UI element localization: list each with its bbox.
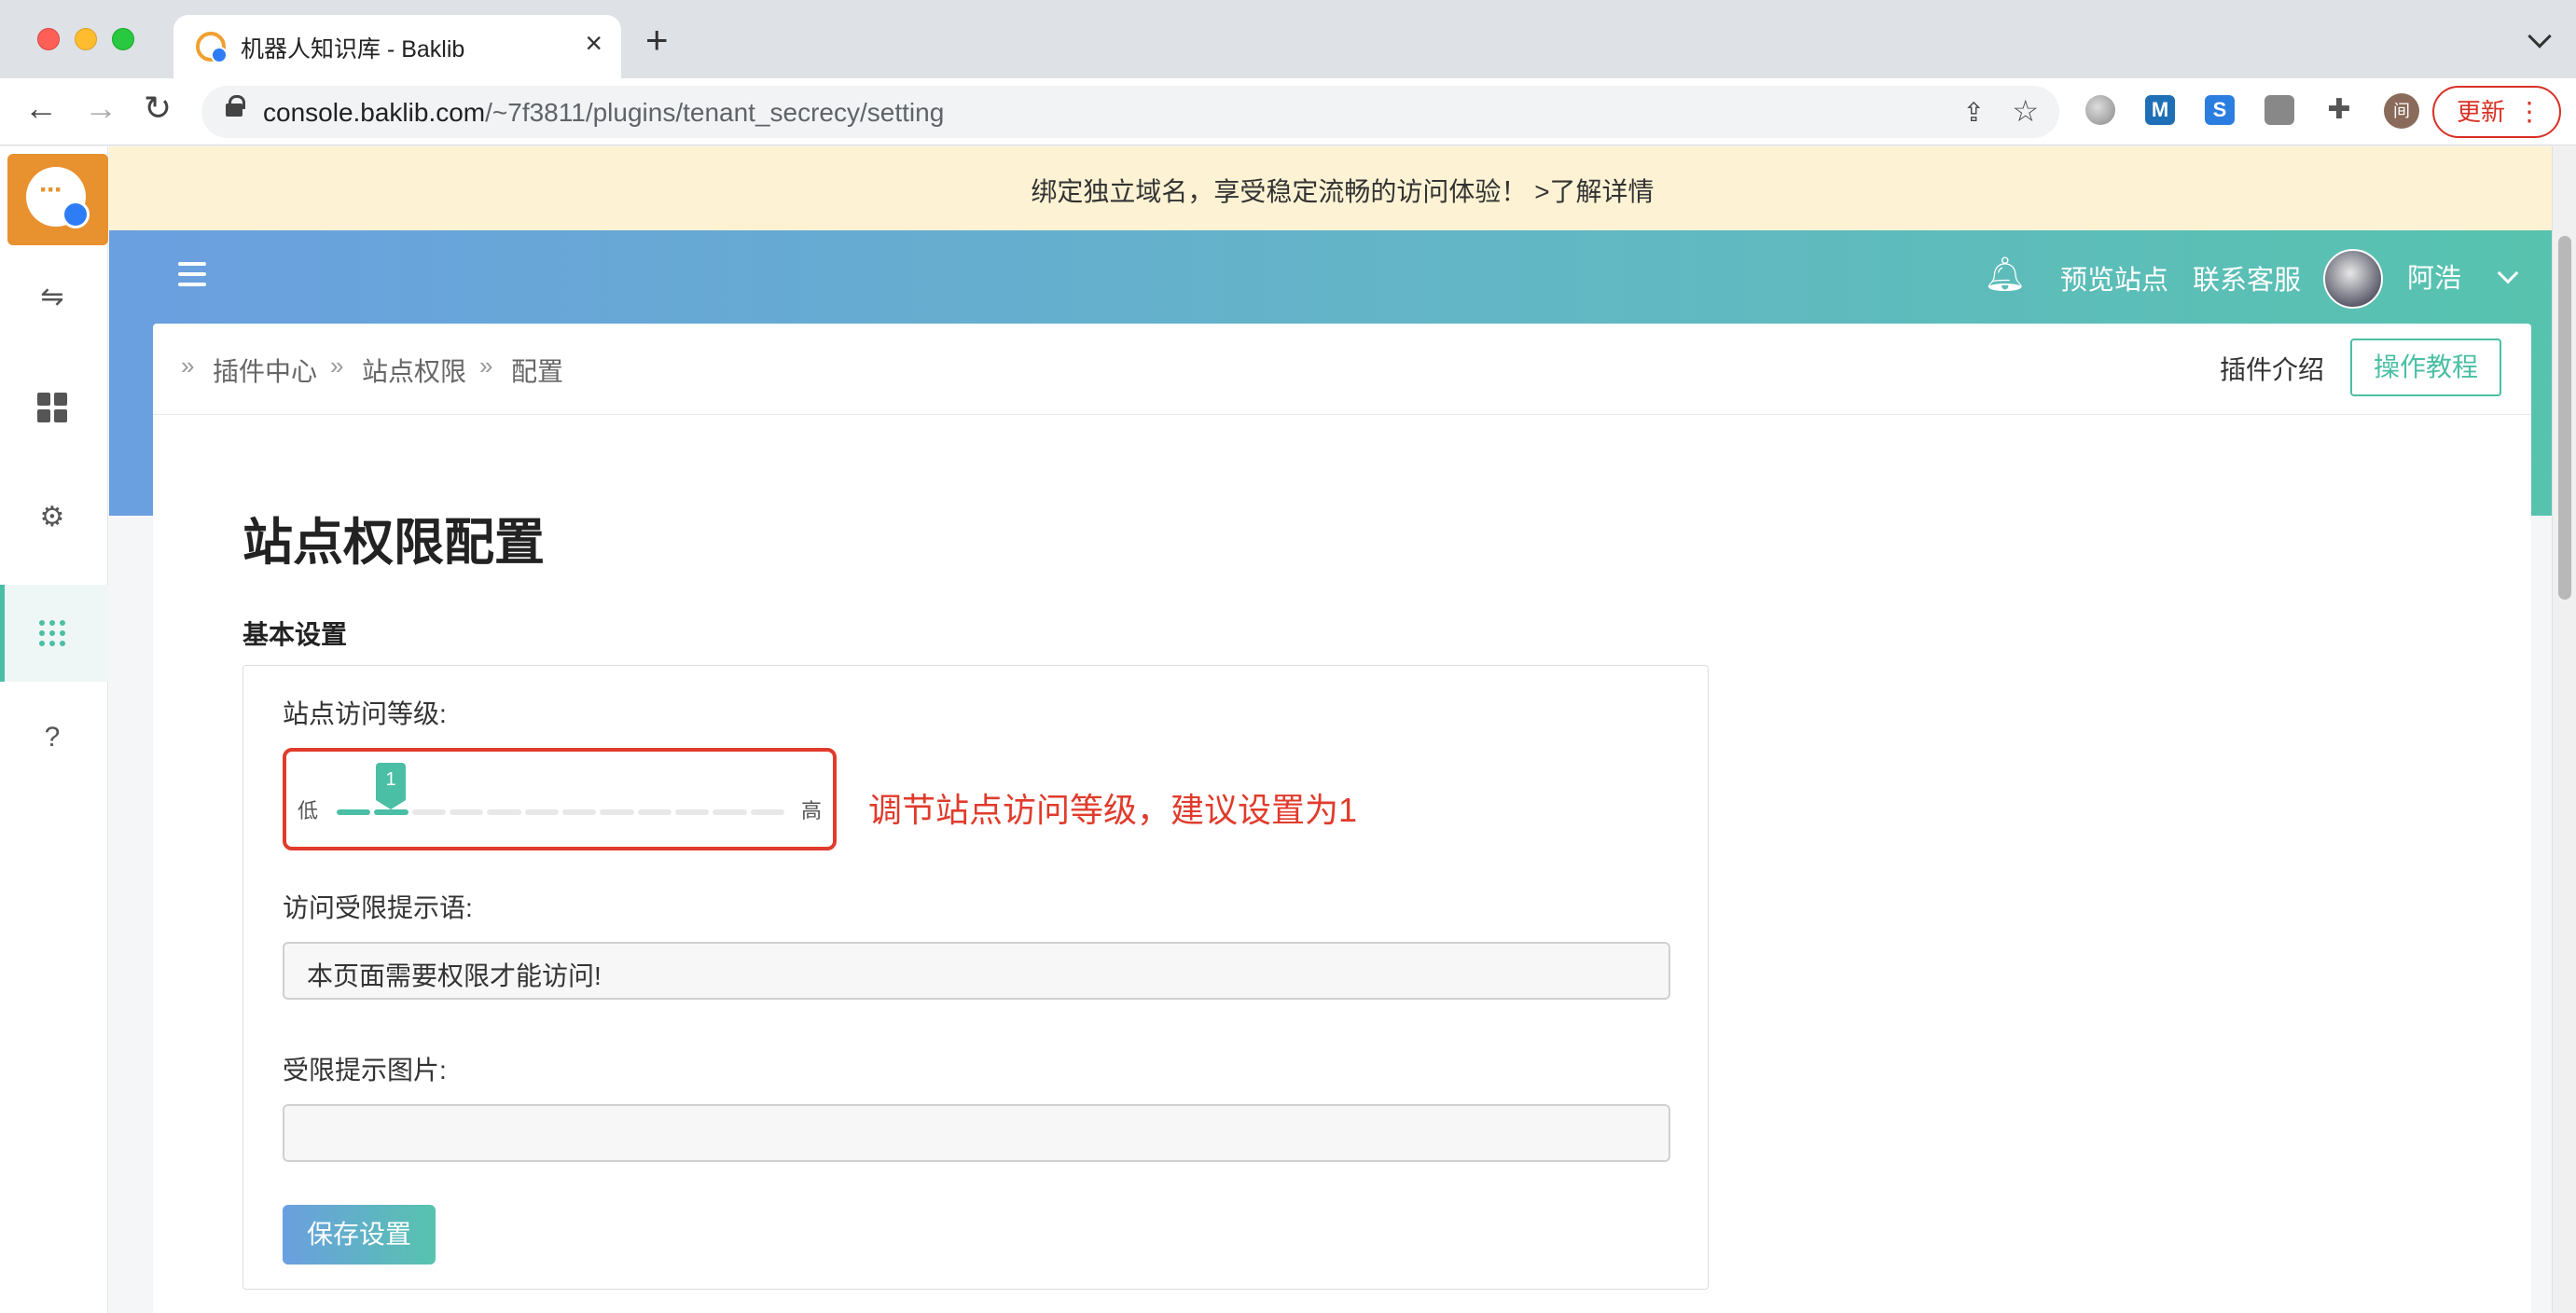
tab-title: 机器人知识库 - Baklib — [241, 36, 465, 62]
slider-high-label: 高 — [800, 799, 822, 822]
notice-banner: 绑定独立域名，享受稳定流畅的访问体验！ >了解详情 › — [109, 146, 2576, 230]
menu-list-icon[interactable] — [178, 262, 206, 290]
breadcrumb-site-permission[interactable]: 站点权限 — [362, 352, 466, 389]
sidebar-item-plugins[interactable] — [0, 585, 108, 682]
sidebar-item-settings[interactable]: ⚙ — [0, 469, 108, 566]
close-tab-icon[interactable]: × — [585, 28, 602, 58]
reload-icon[interactable]: ↻ — [144, 91, 172, 125]
new-tab-icon[interactable]: + — [645, 21, 669, 60]
zoom-window-button[interactable] — [112, 28, 134, 50]
share-icon[interactable]: ⇪ — [1963, 97, 1985, 128]
breadcrumb-separator-icon: » — [330, 352, 344, 380]
preview-site-link[interactable]: 预览站点 — [2060, 258, 2168, 297]
address-bar[interactable]: console.baklib.com/~7f3811/plugins/tenan… — [201, 86, 2059, 138]
restricted-image-input[interactable] — [283, 1104, 1670, 1162]
settings-form: 站点访问等级: 低 1 高 调节站点访问等级，建议设置为1 访问受限提示语: 本… — [242, 665, 1709, 1290]
extension-s-icon[interactable]: S — [2205, 95, 2235, 125]
gear-icon: ⚙ — [39, 502, 65, 532]
scrollbar-thumb[interactable] — [2558, 236, 2571, 600]
browser-toolbar: ← → ↻ console.baklib.com/~7f3811/plugins… — [0, 78, 2576, 145]
camera-icon[interactable] — [2264, 95, 2294, 125]
chat-bubble-icon — [26, 167, 90, 228]
tutorial-button[interactable]: 操作教程 — [2350, 339, 2501, 396]
breadcrumb-config: 配置 — [511, 357, 564, 386]
sidebar: ⇋ ⚙ ? — [0, 146, 108, 1313]
slider-track[interactable] — [337, 809, 784, 815]
access-level-slider[interactable]: 低 1 高 — [283, 748, 837, 850]
browser-tab-bar: 机器人知识库 - Baklib × + — [0, 0, 2576, 78]
profile-avatar[interactable]: 间 — [2384, 93, 2419, 129]
sidebar-item-dashboard[interactable] — [0, 359, 108, 456]
extension-m-icon[interactable]: M — [2145, 95, 2175, 125]
restricted-message-label: 访问受限提示语: — [283, 893, 473, 922]
annotation-text: 调节站点访问等级，建议设置为1 — [868, 791, 1358, 829]
tab-list-chevron-icon[interactable] — [2528, 24, 2552, 48]
slider-handle[interactable]: 1 — [376, 763, 406, 809]
browser-tab[interactable]: 机器人知识库 - Baklib × — [173, 15, 621, 78]
slider-low-label: 低 — [298, 799, 319, 822]
plugin-intro-link[interactable]: 插件介绍 — [2220, 350, 2324, 387]
lock-icon[interactable] — [226, 95, 245, 117]
restricted-image-label: 受限提示图片: — [283, 1056, 447, 1085]
more-vert-icon: ⋮ — [2516, 97, 2542, 126]
content-card: » 插件中心 » 站点权限 » 配置 插件介绍 操作教程 站点权限配置 基本设置… — [153, 324, 2531, 1313]
dashboard-grid-icon — [37, 393, 67, 422]
save-button[interactable]: 保存设置 — [283, 1205, 436, 1265]
bookmark-star-icon[interactable]: ☆ — [2012, 93, 2039, 129]
page-title: 站点权限配置 — [242, 515, 545, 571]
close-window-button[interactable] — [37, 28, 60, 50]
forward-arrow-icon[interactable]: → — [84, 91, 118, 125]
contact-support-link[interactable]: 联系客服 — [2193, 258, 2301, 297]
breadcrumb-separator-icon: » — [181, 352, 195, 380]
help-circle-icon: ? — [44, 722, 61, 753]
url-host: console.baklib.com — [263, 98, 486, 127]
notice-text[interactable]: 绑定独立域名，享受稳定流畅的访问体验！ >了解详情 — [109, 172, 2576, 209]
bell-icon[interactable]: 🔔︎ — [1984, 255, 2027, 294]
chevron-down-icon[interactable] — [2497, 262, 2519, 284]
user-name[interactable]: 阿浩 — [2407, 256, 2461, 296]
back-arrow-icon[interactable]: ← — [24, 91, 58, 125]
breadcrumb-separator-icon: » — [479, 352, 493, 380]
signpost-icon: ⇋ — [40, 282, 64, 312]
avatar[interactable] — [2323, 249, 2383, 309]
page-viewport: ⇋ ⚙ ? 绑定独立域名，享受稳定流畅的访问体验！ >了解详情 › 🔔︎ 预览站… — [0, 146, 2576, 1313]
sidebar-item-signpost[interactable]: ⇋ — [0, 249, 108, 346]
breadcrumb-plugin-center[interactable]: 插件中心 — [213, 352, 317, 389]
puzzle-icon[interactable]: ✚ — [2324, 95, 2354, 125]
update-label: 更新 — [2457, 98, 2506, 126]
section-title: 基本设置 — [242, 620, 348, 649]
access-level-label: 站点访问等级: — [283, 699, 447, 728]
baklib-favicon-icon — [196, 32, 228, 63]
apps-dots-icon — [37, 618, 67, 648]
url-path: /~7f3811/plugins/tenant_secrecy/setting — [485, 98, 945, 127]
sidebar-item-help[interactable]: ? — [0, 689, 108, 786]
scrollbar[interactable] — [2552, 146, 2576, 1313]
app-logo[interactable] — [7, 154, 108, 245]
url-text[interactable]: console.baklib.com/~7f3811/plugins/tenan… — [263, 98, 944, 128]
restricted-message-input[interactable]: 本页面需要权限才能访问! — [283, 942, 1670, 1000]
update-button[interactable]: 更新 ⋮ — [2432, 86, 2561, 138]
globe-icon[interactable] — [2085, 95, 2115, 125]
minimize-window-button[interactable] — [75, 28, 97, 50]
breadcrumb: » 插件中心 » 站点权限 » 配置 插件介绍 操作教程 — [153, 324, 2531, 415]
